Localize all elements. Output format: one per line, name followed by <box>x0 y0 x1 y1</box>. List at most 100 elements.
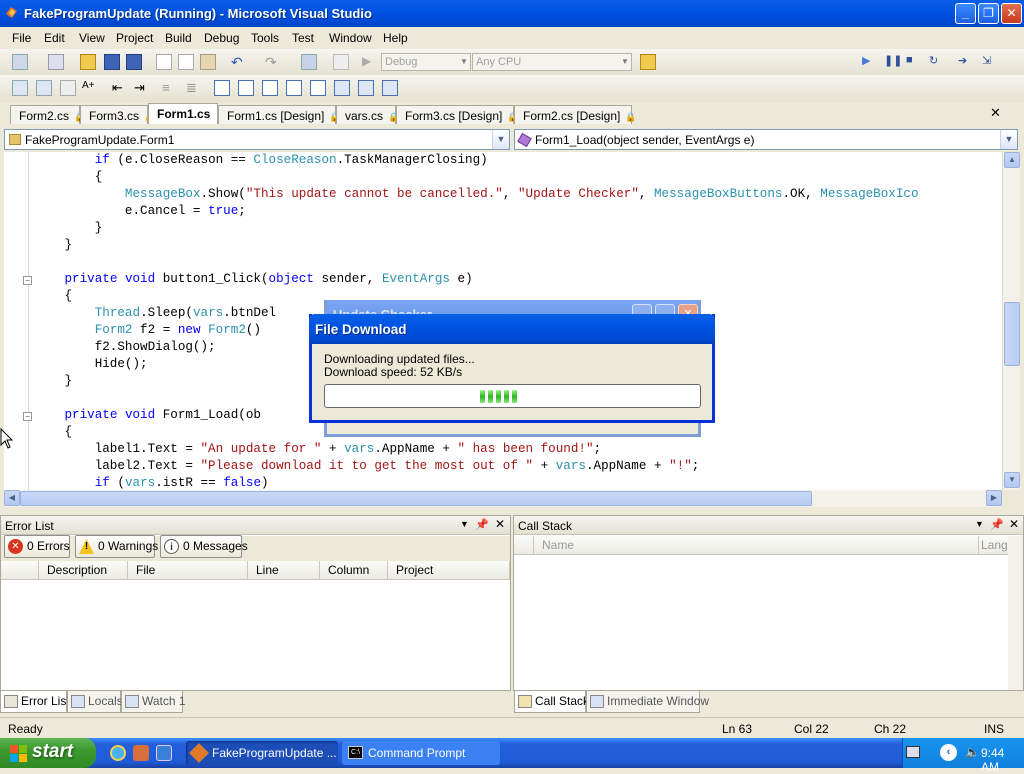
quick-info-icon[interactable]: A+ <box>82 80 98 96</box>
increase-indent-icon[interactable]: ⇥ <box>134 80 150 96</box>
tab-form3-design[interactable]: Form3.cs [Design] 🔒 <box>396 105 519 124</box>
next-file-bookmark-icon[interactable] <box>358 80 374 96</box>
column-header-description[interactable]: Description <box>39 561 128 580</box>
class-view-icon[interactable] <box>12 80 28 96</box>
find-in-files-icon[interactable] <box>640 54 656 70</box>
close-button[interactable]: ✕ <box>1001 3 1022 24</box>
scroll-down-icon[interactable]: ▼ <box>1004 472 1020 488</box>
menu-window[interactable]: Window <box>329 31 372 45</box>
menu-project[interactable]: Project <box>116 31 153 45</box>
tab-form1-design[interactable]: Form1.cs [Design] 🔒 <box>218 105 341 124</box>
uncomment-icon[interactable]: ≣ <box>186 80 202 96</box>
tab-watch-1[interactable]: Watch 1 <box>121 691 186 713</box>
column-header-project[interactable]: Project <box>388 561 510 580</box>
member-dropdown[interactable]: Form1_Load(object sender, EventArgs e) ▼ <box>514 129 1018 150</box>
previous-bookmark-icon[interactable] <box>238 80 254 96</box>
dialog-titlebar[interactable]: File Download <box>309 314 715 344</box>
column-header-name[interactable]: Name <box>534 536 979 555</box>
scroll-thumb[interactable] <box>20 491 812 506</box>
task-command-prompt[interactable]: C:\ Command Prompt <box>342 741 500 765</box>
menu-edit[interactable]: Edit <box>44 31 65 45</box>
clear-bookmarks-icon[interactable] <box>382 80 398 96</box>
tab-form3-cs[interactable]: Form3.cs🔒 <box>80 105 155 124</box>
menu-debug[interactable]: Debug <box>204 31 239 45</box>
pin-icon[interactable]: 📌 <box>475 518 489 531</box>
prev-folder-bookmark-icon[interactable] <box>286 80 302 96</box>
menu-build[interactable]: Build <box>165 31 192 45</box>
horizontal-scrollbar[interactable]: ◀ ▶ <box>4 490 1002 507</box>
solution-config-combo[interactable]: Debug ▼ <box>381 53 471 71</box>
tab-call-stack[interactable]: Call Stack <box>514 691 589 713</box>
tab-form2-design[interactable]: Form2.cs [Design] 🔒 <box>514 105 637 124</box>
column-header-file[interactable]: File <box>128 561 248 580</box>
column-header-language[interactable]: Lang <box>979 536 1009 555</box>
tab-immediate-window[interactable]: Immediate Window <box>586 691 709 713</box>
step-into-icon[interactable]: ⇲ <box>982 54 998 70</box>
column-header-icon[interactable] <box>1 561 39 580</box>
messages-filter-button[interactable]: i0 Messages <box>160 535 248 558</box>
start-debug-icon[interactable]: ▶ <box>362 54 378 70</box>
stop-debugging-icon[interactable]: ■ <box>906 54 922 70</box>
copy-icon[interactable] <box>178 54 194 70</box>
restore-button[interactable]: ❐ <box>978 3 999 24</box>
save-all-icon[interactable] <box>126 54 142 70</box>
add-item-icon[interactable] <box>48 54 64 70</box>
tab-form2-cs[interactable]: Form2.cs🔒 <box>10 105 85 124</box>
tab-error-list[interactable]: Error List <box>0 691 70 713</box>
speaker-icon[interactable]: 🔈 <box>965 745 980 759</box>
navigate-back-icon[interactable] <box>301 54 317 70</box>
show-next-statement-icon[interactable]: ➔ <box>958 54 974 70</box>
parameter-info-icon[interactable] <box>60 80 76 96</box>
internet-explorer-icon[interactable] <box>110 745 126 761</box>
prev-file-bookmark-icon[interactable] <box>334 80 350 96</box>
show-desktop-icon[interactable] <box>156 745 172 761</box>
restart-icon[interactable]: ↻ <box>929 54 945 70</box>
decrease-indent-icon[interactable]: ⇤ <box>112 80 128 96</box>
task-visual-studio[interactable]: FakeProgramUpdate ... <box>186 741 338 765</box>
scroll-left-icon[interactable]: ◀ <box>4 490 20 506</box>
menu-view[interactable]: View <box>79 31 105 45</box>
media-player-icon[interactable] <box>133 745 149 761</box>
menu-file[interactable]: File <box>12 31 31 45</box>
solution-platform-combo[interactable]: Any CPU ▼ <box>472 53 632 71</box>
break-all-icon[interactable]: ❚❚ <box>884 54 902 70</box>
comment-icon[interactable]: ≡ <box>162 80 178 96</box>
column-header-line[interactable]: Line <box>248 561 320 580</box>
open-folder-icon[interactable] <box>80 54 96 70</box>
column-header-column[interactable]: Column <box>320 561 388 580</box>
window-position-icon[interactable]: ▼ <box>975 519 984 529</box>
window-titlebar[interactable]: FakeProgramUpdate (Running) - Microsoft … <box>0 0 1024 27</box>
menu-tools[interactable]: Tools <box>251 31 279 45</box>
close-icon[interactable]: ✕ <box>1009 517 1019 531</box>
file-download-dialog[interactable]: File Download Downloading updated files.… <box>309 314 715 423</box>
save-icon[interactable] <box>104 54 120 70</box>
close-document-icon[interactable]: ✕ <box>990 105 1001 121</box>
scroll-thumb[interactable] <box>1004 302 1020 366</box>
class-dropdown[interactable]: FakeProgramUpdate.Form1 ▼ <box>4 129 510 150</box>
keyboard-icon[interactable] <box>906 746 920 758</box>
vertical-scrollbar[interactable]: ▲ ▼ <box>1002 152 1020 490</box>
pin-icon[interactable]: 📌 <box>990 518 1004 531</box>
vertical-scrollbar[interactable] <box>1008 536 1023 690</box>
tab-vars-cs[interactable]: vars.cs 🔒 <box>336 105 399 124</box>
cut-icon[interactable] <box>156 54 172 70</box>
redo-icon[interactable]: ↷ <box>265 54 281 70</box>
next-bookmark-icon[interactable] <box>262 80 278 96</box>
find-icon[interactable] <box>333 54 349 70</box>
object-browser-icon[interactable] <box>36 80 52 96</box>
next-folder-bookmark-icon[interactable] <box>310 80 326 96</box>
tab-locals[interactable]: Locals <box>67 691 123 713</box>
paste-icon[interactable] <box>200 54 216 70</box>
scroll-up-icon[interactable]: ▲ <box>1004 152 1020 168</box>
new-project-icon[interactable] <box>12 54 28 70</box>
warnings-filter-button[interactable]: ! 0 Warnings <box>75 535 158 558</box>
bookmark-icon[interactable] <box>214 80 230 96</box>
menu-help[interactable]: Help <box>383 31 408 45</box>
continue-icon[interactable]: ▶ <box>862 54 878 70</box>
menu-test[interactable]: Test <box>292 31 314 45</box>
close-icon[interactable]: ✕ <box>495 517 505 531</box>
start-button[interactable]: start <box>0 738 96 768</box>
tab-form1-cs[interactable]: Form1.cs <box>148 103 218 124</box>
undo-icon[interactable]: ↶ <box>231 54 247 70</box>
window-position-icon[interactable]: ▼ <box>460 519 469 529</box>
